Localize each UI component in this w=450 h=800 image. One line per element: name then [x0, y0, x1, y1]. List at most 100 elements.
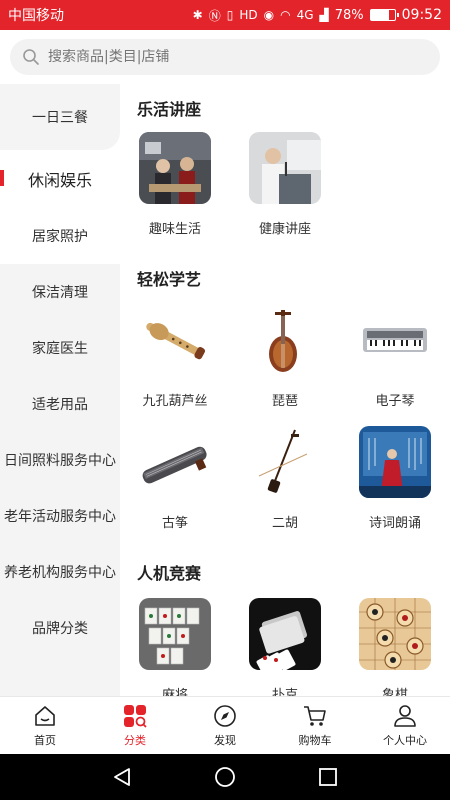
category-item[interactable]: 健康讲座: [230, 132, 340, 237]
category-item-label: 二胡: [271, 516, 298, 531]
section-title: 人机竞赛: [137, 564, 202, 583]
wifi-icon: ◠: [280, 8, 291, 22]
category-icon: [124, 705, 147, 728]
compass-icon: [214, 705, 236, 727]
cart-icon: [304, 706, 326, 726]
category-content: 乐活讲座 趣味生活 健康讲座 轻松学艺 九孔葫芦丝 琵琶 电子琴 古筝 二胡 诗…: [120, 84, 450, 696]
battery-icon: [369, 9, 399, 21]
signal-icon: ▟: [319, 8, 329, 22]
category-item-label: 健康讲座: [258, 222, 311, 237]
category-item-label: 九孔葫芦丝: [142, 394, 208, 409]
search-icon: [23, 49, 39, 65]
tab-label: 购物车: [298, 734, 332, 747]
category-item[interactable]: 象棋: [340, 598, 450, 696]
home-icon: [35, 706, 55, 726]
hulusi-image: [139, 304, 211, 376]
tab-label: 首页: [34, 734, 56, 747]
fun-life-image: [139, 132, 211, 204]
sidebar-item-label: 老年活动服务中心: [4, 509, 116, 525]
status-bar: 中国移动 ✱ Ⓝ ▯ HD ◉ ◠ 4G ▟ 78% 09:52: [0, 0, 450, 30]
sidebar-item-label: 休闲娱乐: [27, 171, 92, 190]
home-circle-icon[interactable]: [214, 766, 236, 788]
sidebar-item-label: 一日三餐: [32, 110, 88, 126]
hd-icon: HD: [239, 8, 258, 22]
sidebar-item-activity-center[interactable]: 老年活动服务中心: [0, 488, 120, 544]
sidebar-item-family-doctor[interactable]: 家庭医生: [0, 320, 120, 376]
vibrate-icon: ▯: [226, 8, 234, 22]
section-competition: 人机竞赛 麻将 扑克 象棋: [120, 560, 450, 696]
category-item[interactable]: 电子琴: [340, 304, 450, 409]
sidebar-item-cleaning[interactable]: 保洁清理: [0, 264, 120, 320]
category-sidebar: 一日三餐 休闲娱乐 居家照护 保洁清理 家庭医生 适老用品 日间照料服务中心 老…: [0, 84, 120, 696]
category-item-label: 琵琶: [271, 394, 298, 409]
search-input[interactable]: [48, 49, 408, 65]
sidebar-item-label: 品牌分类: [32, 621, 88, 637]
tab-label: 发现: [214, 734, 236, 747]
battery-fill: [370, 10, 390, 20]
guzheng-image: [139, 426, 211, 498]
category-item-label: 电子琴: [375, 394, 415, 409]
sidebar-item-leisure[interactable]: 休闲娱乐: [0, 150, 120, 208]
category-item[interactable]: 二胡: [230, 426, 340, 531]
tab-cart[interactable]: 购物车: [270, 697, 360, 754]
category-item-label: 趣味生活: [148, 222, 201, 237]
sidebar-item-label: 居家照护: [32, 229, 88, 245]
section-title: 乐活讲座: [137, 100, 202, 119]
sidebar-item-day-care-center[interactable]: 日间照料服务中心: [0, 432, 120, 488]
poker-image: [249, 598, 321, 670]
pipa-image: [249, 304, 321, 376]
sidebar-item-meals[interactable]: 一日三餐: [0, 84, 120, 150]
category-item[interactable]: 麻将: [120, 598, 230, 696]
category-item[interactable]: 扑克: [230, 598, 340, 696]
nfc-icon: Ⓝ: [208, 8, 221, 23]
category-item[interactable]: 趣味生活: [120, 132, 230, 237]
tab-label: 分类: [124, 734, 146, 747]
carrier-label: 中国移动: [8, 8, 64, 24]
section-learn-arts: 轻松学艺 九孔葫芦丝 琵琶 电子琴 古筝 二胡 诗词朗诵: [120, 266, 450, 531]
category-item[interactable]: 琵琶: [230, 304, 340, 409]
sidebar-item-elderly-products[interactable]: 适老用品: [0, 376, 120, 432]
battery-percent: 78%: [334, 7, 364, 23]
erhu-image: [249, 426, 321, 498]
tab-home[interactable]: 首页: [0, 697, 90, 754]
category-item[interactable]: 诗词朗诵: [340, 426, 450, 531]
sidebar-item-label: 日间照料服务中心: [4, 453, 116, 469]
bottom-tab-bar: 首页 分类 发现 购物车 个人中心: [0, 696, 450, 754]
category-item-label: 麻将: [161, 688, 188, 696]
sidebar-item-brands[interactable]: 品牌分类: [0, 600, 120, 656]
category-item[interactable]: 古筝: [120, 426, 230, 531]
category-item-label: 象棋: [381, 688, 408, 696]
tab-label: 个人中心: [383, 734, 427, 747]
network-type-label: 4G: [296, 8, 314, 22]
user-icon: [394, 705, 416, 727]
category-item-label: 古筝: [161, 516, 188, 531]
sidebar-item-label: 适老用品: [32, 397, 88, 413]
back-icon[interactable]: [111, 766, 133, 788]
sidebar-item-label: 保洁清理: [32, 285, 88, 301]
health-lecture-image: [249, 132, 321, 204]
category-item[interactable]: 九孔葫芦丝: [120, 304, 230, 409]
sidebar-item-label: 家庭医生: [32, 341, 88, 357]
chinese-chess-image: [359, 598, 431, 670]
sidebar-item-label: 养老机构服务中心: [4, 565, 116, 581]
search-box[interactable]: [10, 39, 440, 75]
section-lectures: 乐活讲座 趣味生活 健康讲座: [120, 84, 450, 237]
sidebar-item-institution-center[interactable]: 养老机构服务中心: [0, 544, 120, 600]
clock: 09:52: [401, 7, 442, 23]
mahjong-image: [139, 598, 211, 670]
electronic-keyboard-image: [359, 304, 431, 376]
status-indicators: ✱ Ⓝ ▯ HD ◉ ◠ 4G ▟ 78% 09:52: [193, 7, 442, 24]
system-navigation-bar: [0, 754, 450, 800]
poetry-recitation-image: [359, 426, 431, 498]
sidebar-item-home-care[interactable]: 居家照护: [0, 208, 120, 264]
bluetooth-icon: ✱: [192, 8, 203, 22]
tab-discover[interactable]: 发现: [180, 697, 270, 754]
recent-apps-icon[interactable]: [317, 766, 339, 788]
category-item-label: 扑克: [271, 688, 298, 696]
search-bar: [0, 30, 450, 84]
eye-icon: ◉: [263, 8, 275, 22]
tab-category[interactable]: 分类: [90, 697, 180, 754]
section-title: 轻松学艺: [137, 270, 202, 289]
tab-profile[interactable]: 个人中心: [360, 697, 450, 754]
category-item-label: 诗词朗诵: [368, 516, 421, 531]
